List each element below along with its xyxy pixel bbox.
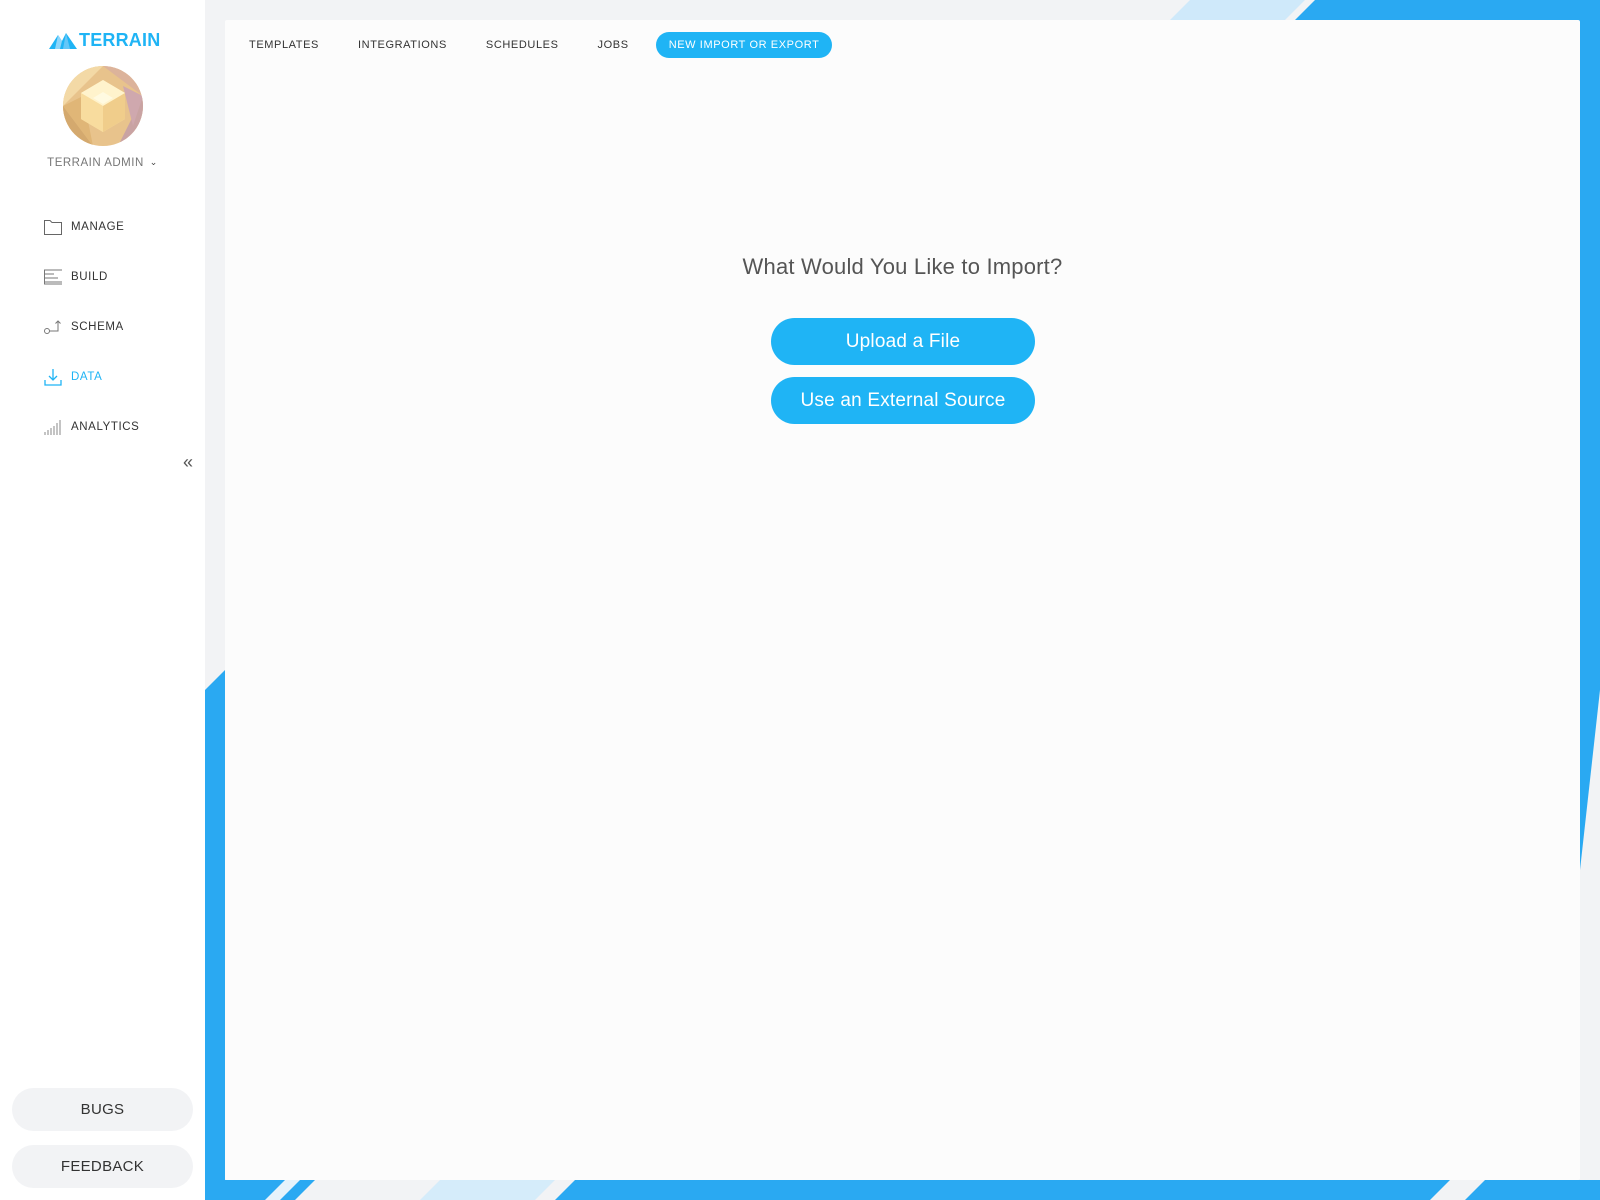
sidebar-item-analytics[interactable]: ANALYTICS [0, 402, 205, 452]
tab-templates[interactable]: TEMPLATES [249, 32, 319, 58]
tab-schedules[interactable]: SCHEDULES [486, 32, 559, 58]
cube-avatar-icon [63, 66, 143, 146]
sidebar-item-label: DATA [71, 371, 103, 383]
sidebar-item-label: BUILD [71, 271, 108, 283]
sidebar-item-label: MANAGE [71, 221, 125, 233]
sidebar-item-build[interactable]: BUILD [0, 252, 205, 302]
user-name: TERRAIN ADMIN [47, 157, 144, 169]
tab-jobs[interactable]: JOBS [598, 32, 629, 58]
sidebar-item-data[interactable]: DATA [0, 352, 205, 402]
sidebar: TERRAIN TERRAIN ADMIN ⌄ MANAGE BUILD SCH… [0, 0, 205, 1200]
sidebar-item-manage[interactable]: MANAGE [0, 202, 205, 252]
chevron-down-icon: ⌄ [149, 157, 158, 167]
sidebar-item-label: SCHEMA [71, 321, 124, 333]
sidebar-nav: MANAGE BUILD SCHEMA DATA ANALYTICS [0, 202, 205, 452]
bugs-button[interactable]: BUGS [12, 1088, 193, 1131]
bar-chart-icon [43, 417, 63, 437]
external-source-button[interactable]: Use an External Source [771, 377, 1035, 424]
upload-file-button[interactable]: Upload a File [771, 318, 1035, 365]
tab-bar: TEMPLATES INTEGRATIONS SCHEDULES JOBS NE… [249, 32, 871, 58]
avatar[interactable] [63, 66, 143, 146]
user-menu[interactable]: TERRAIN ADMIN ⌄ [0, 157, 205, 169]
list-icon [43, 267, 63, 287]
sidebar-item-schema[interactable]: SCHEMA [0, 302, 205, 352]
schema-icon [43, 317, 63, 337]
folder-icon [43, 217, 63, 237]
brand-name: TERRAIN [79, 29, 161, 50]
page-title: What Would You Like to Import? [742, 254, 1063, 279]
mountain-logo-icon [49, 33, 77, 49]
terrain-logo[interactable]: TERRAIN [49, 29, 160, 51]
main-panel: TEMPLATES INTEGRATIONS SCHEDULES JOBS NE… [225, 20, 1580, 1180]
tab-new-import-or-export[interactable]: NEW IMPORT OR EXPORT [655, 32, 833, 58]
download-icon [43, 367, 63, 387]
tab-integrations[interactable]: INTEGRATIONS [358, 32, 447, 58]
sidebar-item-label: ANALYTICS [71, 421, 140, 433]
app-window: TERRAIN TERRAIN ADMIN ⌄ MANAGE BUILD SCH… [0, 0, 1600, 1200]
feedback-button[interactable]: FEEDBACK [12, 1145, 193, 1188]
double-chevron-left-icon[interactable]: « [183, 452, 193, 472]
